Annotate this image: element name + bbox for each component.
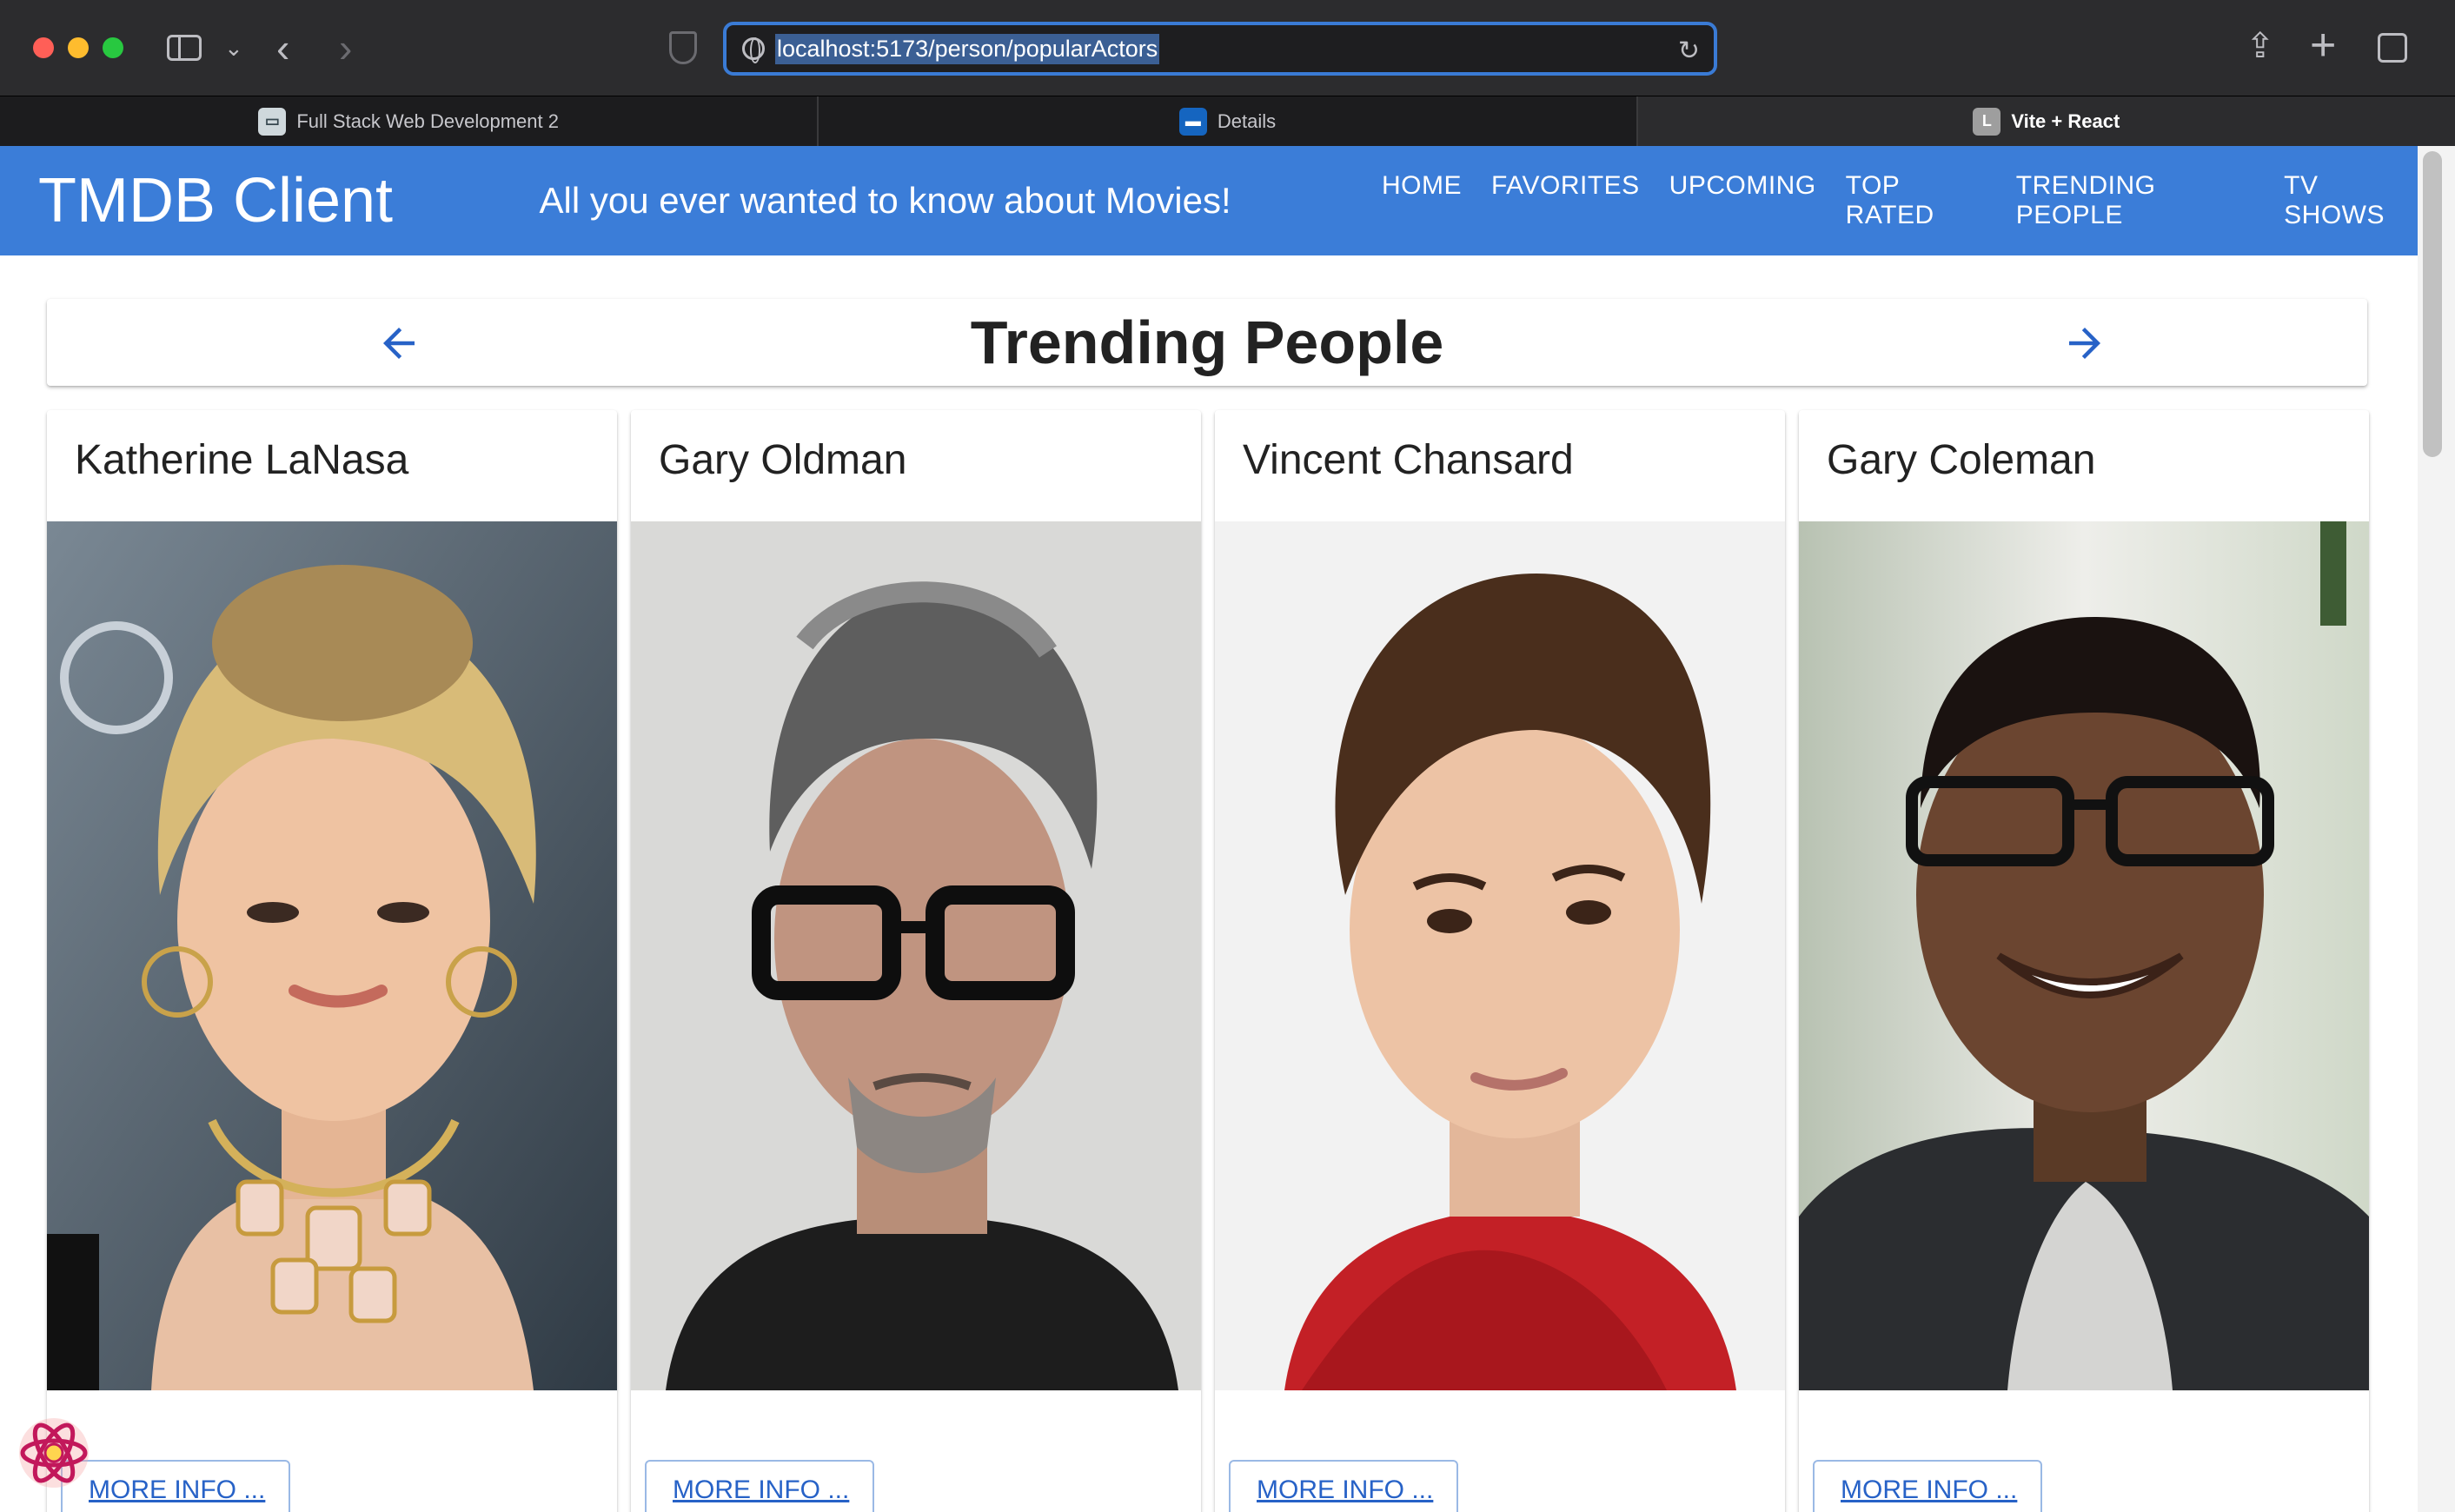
react-devtools-icon[interactable] — [17, 1416, 90, 1489]
person-card: Gary Oldman MORE INFO ... — [631, 410, 1201, 1512]
back-button[interactable]: ‹ — [276, 24, 289, 71]
more-info-button[interactable]: MORE INFO ... — [1813, 1460, 2042, 1512]
nav-top-rated[interactable]: TOP RATED — [1846, 171, 1987, 230]
nav-home[interactable]: HOME — [1382, 171, 1462, 230]
new-tab-button[interactable]: + — [2310, 19, 2336, 71]
person-name: Katherine LaNasa — [75, 437, 409, 483]
nav-upcoming[interactable]: UPCOMING — [1669, 171, 1816, 230]
tab-vite-react[interactable]: L Vite + React — [1637, 96, 2455, 146]
app-tab-icon: ▬ — [1178, 107, 1207, 136]
tab-bar: ▭ Full Stack Web Development 2 ▬ Details… — [0, 96, 2455, 146]
nav-trending-people[interactable]: TRENDING PEOPLE — [2016, 171, 2254, 230]
close-window-button[interactable] — [33, 37, 54, 58]
person-card: Vincent Chansard MORE INFO ... — [1215, 410, 1785, 1512]
browser-toolbar: ⌄ ‹ › localhost:5173/person/popularActor… — [0, 0, 2455, 96]
person-name: Gary Oldman — [659, 437, 907, 483]
chevron-down-icon[interactable]: ⌄ — [224, 35, 243, 62]
tab-details[interactable]: ▬ Details — [819, 96, 1638, 146]
people-grid: Katherine LaNasa MORE INFO ... Gary Oldm… — [47, 410, 2369, 1512]
share-icon[interactable]: ⇪ — [2246, 26, 2275, 66]
nav-tv-shows[interactable]: TV SHOWS — [2284, 171, 2418, 230]
app-header: TMDB Client All you ever wanted to know … — [0, 146, 2418, 255]
main-nav: HOME FAVORITES UPCOMING TOP RATED TRENDI… — [1382, 171, 2418, 230]
more-info-button[interactable]: MORE INFO ... — [61, 1460, 290, 1512]
person-photo[interactable] — [47, 521, 617, 1390]
page-header: Trending People — [47, 299, 2367, 386]
nav-favorites[interactable]: FAVORITES — [1491, 171, 1640, 230]
tab-label: Full Stack Web Development 2 — [296, 109, 559, 132]
url-text[interactable]: localhost:5173/person/popularActors — [775, 33, 1160, 64]
letter-tab-icon: L — [1973, 107, 2001, 136]
browser-tab-icon: ▭ — [258, 107, 287, 136]
sidebar-toggle-icon[interactable] — [167, 35, 202, 61]
person-photo[interactable] — [1799, 521, 2369, 1390]
person-name: Gary Coleman — [1827, 437, 2096, 483]
arrow-left-icon — [383, 328, 415, 359]
person-photo[interactable] — [631, 521, 1201, 1390]
site-brand: TMDB Client — [38, 166, 394, 235]
person-card: Katherine LaNasa MORE INFO ... — [47, 410, 617, 1512]
tab-label: Vite + React — [2011, 109, 2120, 132]
reload-icon[interactable]: ↻ — [1678, 36, 1700, 66]
globe-icon — [742, 37, 765, 63]
arrow-right-icon — [2069, 328, 2100, 359]
scrollbar-thumb[interactable] — [2423, 151, 2442, 457]
zoom-window-button[interactable] — [103, 37, 123, 58]
forward-button[interactable]: › — [339, 24, 352, 71]
window-controls — [33, 37, 123, 58]
next-page-button[interactable] — [2054, 313, 2115, 374]
address-bar[interactable]: localhost:5173/person/popularActors ↻ — [723, 22, 1717, 76]
more-info-button[interactable]: MORE INFO ... — [1229, 1460, 1458, 1512]
previous-page-button[interactable] — [368, 313, 429, 374]
minimize-window-button[interactable] — [68, 37, 89, 58]
site-tagline: All you ever wanted to know about Movies… — [539, 180, 1231, 221]
tab-label: Details — [1217, 109, 1277, 132]
more-info-button[interactable]: MORE INFO ... — [645, 1460, 874, 1512]
privacy-shield-icon[interactable] — [669, 31, 697, 64]
page-viewport: TMDB Client All you ever wanted to know … — [0, 146, 2455, 1512]
tab-full-stack[interactable]: ▭ Full Stack Web Development 2 — [0, 96, 819, 146]
person-photo[interactable] — [1215, 521, 1785, 1390]
person-card: Gary Coleman MORE INFO ... — [1799, 410, 2369, 1512]
page-title: Trending People — [970, 308, 1444, 376]
person-name: Vincent Chansard — [1243, 437, 1574, 483]
tab-overview-icon[interactable] — [2378, 33, 2407, 63]
